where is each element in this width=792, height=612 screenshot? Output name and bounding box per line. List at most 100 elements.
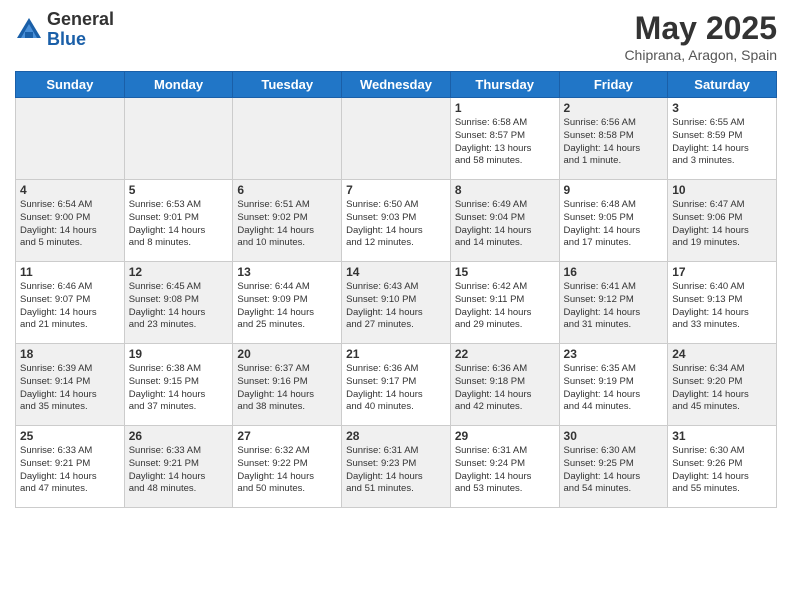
day-number: 26 — [129, 429, 229, 443]
logo-general: General — [47, 10, 114, 30]
day-number: 9 — [564, 183, 664, 197]
day-cell: 4 Sunrise: 6:54 AM Sunset: 9:00 PM Daylig… — [16, 180, 125, 262]
day-number: 18 — [20, 347, 120, 361]
week-row-2: 11 Sunrise: 6:46 AM Sunset: 9:07 PM Dayli… — [16, 262, 777, 344]
week-row-4: 25 Sunrise: 6:33 AM Sunset: 9:21 PM Dayli… — [16, 426, 777, 508]
day-info: Sunrise: 6:36 AM Sunset: 9:18 PM Dayligh… — [455, 363, 555, 414]
day-cell — [233, 98, 342, 180]
day-info: Sunrise: 6:49 AM Sunset: 9:04 PM Dayligh… — [455, 199, 555, 250]
day-cell: 22Sunrise: 6:36 AM Sunset: 9:18 PM Dayli… — [450, 344, 559, 426]
header: General Blue May 2025 Chiprana, Aragon, … — [15, 10, 777, 63]
day-cell: 28Sunrise: 6:31 AM Sunset: 9:23 PM Dayli… — [342, 426, 451, 508]
day-cell: 16 Sunrise: 6:41 AM Sunset: 9:12 PM Dayli… — [559, 262, 668, 344]
day-number: 31 — [672, 429, 772, 443]
day-cell: 9 Sunrise: 6:48 AM Sunset: 9:05 PM Daylig… — [559, 180, 668, 262]
header-cell-thursday: Thursday — [450, 72, 559, 98]
logo-blue: Blue — [47, 30, 114, 50]
day-info: Sunrise: 6:54 AM Sunset: 9:00 PM Dayligh… — [20, 199, 120, 250]
month-title: May 2025 — [624, 10, 777, 47]
day-number: 30 — [564, 429, 664, 443]
day-cell: 13Sunrise: 6:44 AM Sunset: 9:09 PM Dayli… — [233, 262, 342, 344]
day-info: Sunrise: 6:31 AM Sunset: 9:23 PM Dayligh… — [346, 445, 446, 496]
header-row: SundayMondayTuesdayWednesdayThursdayFrid… — [16, 72, 777, 98]
day-number: 5 — [129, 183, 229, 197]
day-info: Sunrise: 6:30 AM Sunset: 9:26 PM Dayligh… — [672, 445, 772, 496]
day-cell: 6 Sunrise: 6:51 AM Sunset: 9:02 PM Daylig… — [233, 180, 342, 262]
day-number: 25 — [20, 429, 120, 443]
day-info: Sunrise: 6:48 AM Sunset: 9:05 PM Dayligh… — [564, 199, 664, 250]
day-info: Sunrise: 6:31 AM Sunset: 9:24 PM Dayligh… — [455, 445, 555, 496]
day-info: Sunrise: 6:43 AM Sunset: 9:10 PM Dayligh… — [346, 281, 446, 332]
day-info: Sunrise: 6:41 AM Sunset: 9:12 PM Dayligh… — [564, 281, 664, 332]
day-info: Sunrise: 6:40 AM Sunset: 9:13 PM Dayligh… — [672, 281, 772, 332]
day-cell — [124, 98, 233, 180]
day-cell: 11 Sunrise: 6:46 AM Sunset: 9:07 PM Dayli… — [16, 262, 125, 344]
day-number: 23 — [564, 347, 664, 361]
day-info: Sunrise: 6:37 AM Sunset: 9:16 PM Dayligh… — [237, 363, 337, 414]
day-info: Sunrise: 6:36 AM Sunset: 9:17 PM Dayligh… — [346, 363, 446, 414]
day-info: Sunrise: 6:33 AM Sunset: 9:21 PM Dayligh… — [20, 445, 120, 496]
day-number: 6 — [237, 183, 337, 197]
day-cell: 31 Sunrise: 6:30 AM Sunset: 9:26 PM Dayli… — [668, 426, 777, 508]
day-info: Sunrise: 6:45 AM Sunset: 9:08 PM Dayligh… — [129, 281, 229, 332]
day-number: 17 — [672, 265, 772, 279]
day-number: 4 — [20, 183, 120, 197]
day-info: Sunrise: 6:39 AM Sunset: 9:14 PM Dayligh… — [20, 363, 120, 414]
day-cell: 7 Sunrise: 6:50 AM Sunset: 9:03 PM Daylig… — [342, 180, 451, 262]
logo: General Blue — [15, 10, 114, 50]
header-cell-friday: Friday — [559, 72, 668, 98]
day-info: Sunrise: 6:35 AM Sunset: 9:19 PM Dayligh… — [564, 363, 664, 414]
day-info: Sunrise: 6:50 AM Sunset: 9:03 PM Dayligh… — [346, 199, 446, 250]
day-info: Sunrise: 6:55 AM Sunset: 8:59 PM Dayligh… — [672, 117, 772, 168]
calendar-table: SundayMondayTuesdayWednesdayThursdayFrid… — [15, 71, 777, 508]
header-cell-tuesday: Tuesday — [233, 72, 342, 98]
day-info: Sunrise: 6:42 AM Sunset: 9:11 PM Dayligh… — [455, 281, 555, 332]
day-info: Sunrise: 6:47 AM Sunset: 9:06 PM Dayligh… — [672, 199, 772, 250]
day-number: 11 — [20, 265, 120, 279]
day-number: 8 — [455, 183, 555, 197]
day-number: 7 — [346, 183, 446, 197]
day-cell — [342, 98, 451, 180]
day-info: Sunrise: 6:51 AM Sunset: 9:02 PM Dayligh… — [237, 199, 337, 250]
day-cell: 14Sunrise: 6:43 AM Sunset: 9:10 PM Dayli… — [342, 262, 451, 344]
header-cell-monday: Monday — [124, 72, 233, 98]
day-cell: 15Sunrise: 6:42 AM Sunset: 9:11 PM Dayli… — [450, 262, 559, 344]
day-number: 19 — [129, 347, 229, 361]
day-number: 24 — [672, 347, 772, 361]
header-cell-sunday: Sunday — [16, 72, 125, 98]
day-info: Sunrise: 6:44 AM Sunset: 9:09 PM Dayligh… — [237, 281, 337, 332]
day-cell: 30 Sunrise: 6:30 AM Sunset: 9:25 PM Dayli… — [559, 426, 668, 508]
week-row-1: 4 Sunrise: 6:54 AM Sunset: 9:00 PM Daylig… — [16, 180, 777, 262]
day-number: 10 — [672, 183, 772, 197]
day-info: Sunrise: 6:58 AM Sunset: 8:57 PM Dayligh… — [455, 117, 555, 168]
day-cell: 24Sunrise: 6:34 AM Sunset: 9:20 PM Dayli… — [668, 344, 777, 426]
day-cell: 21Sunrise: 6:36 AM Sunset: 9:17 PM Dayli… — [342, 344, 451, 426]
location: Chiprana, Aragon, Spain — [624, 47, 777, 63]
day-info: Sunrise: 6:38 AM Sunset: 9:15 PM Dayligh… — [129, 363, 229, 414]
day-cell: 26 Sunrise: 6:33 AM Sunset: 9:21 PM Dayli… — [124, 426, 233, 508]
day-number: 27 — [237, 429, 337, 443]
logo-text: General Blue — [47, 10, 114, 50]
week-row-3: 18 Sunrise: 6:39 AM Sunset: 9:14 PM Dayli… — [16, 344, 777, 426]
day-cell: 19 Sunrise: 6:38 AM Sunset: 9:15 PM Dayli… — [124, 344, 233, 426]
day-info: Sunrise: 6:46 AM Sunset: 9:07 PM Dayligh… — [20, 281, 120, 332]
day-cell: 8 Sunrise: 6:49 AM Sunset: 9:04 PM Daylig… — [450, 180, 559, 262]
day-info: Sunrise: 6:30 AM Sunset: 9:25 PM Dayligh… — [564, 445, 664, 496]
day-cell: 1 Sunrise: 6:58 AM Sunset: 8:57 PM Daylig… — [450, 98, 559, 180]
day-cell: 25 Sunrise: 6:33 AM Sunset: 9:21 PM Dayli… — [16, 426, 125, 508]
day-cell: 2Sunrise: 6:56 AM Sunset: 8:58 PM Daylig… — [559, 98, 668, 180]
header-cell-saturday: Saturday — [668, 72, 777, 98]
day-info: Sunrise: 6:33 AM Sunset: 9:21 PM Dayligh… — [129, 445, 229, 496]
day-number: 29 — [455, 429, 555, 443]
day-number: 1 — [455, 101, 555, 115]
day-cell: 27 Sunrise: 6:32 AM Sunset: 9:22 PM Dayli… — [233, 426, 342, 508]
day-cell: 3Sunrise: 6:55 AM Sunset: 8:59 PM Daylig… — [668, 98, 777, 180]
day-cell: 18 Sunrise: 6:39 AM Sunset: 9:14 PM Dayli… — [16, 344, 125, 426]
day-cell: 5Sunrise: 6:53 AM Sunset: 9:01 PM Daylig… — [124, 180, 233, 262]
logo-icon — [15, 16, 43, 44]
day-cell: 10 Sunrise: 6:47 AM Sunset: 9:06 PM Dayli… — [668, 180, 777, 262]
day-cell — [16, 98, 125, 180]
day-info: Sunrise: 6:32 AM Sunset: 9:22 PM Dayligh… — [237, 445, 337, 496]
day-cell: 12Sunrise: 6:45 AM Sunset: 9:08 PM Dayli… — [124, 262, 233, 344]
day-number: 16 — [564, 265, 664, 279]
